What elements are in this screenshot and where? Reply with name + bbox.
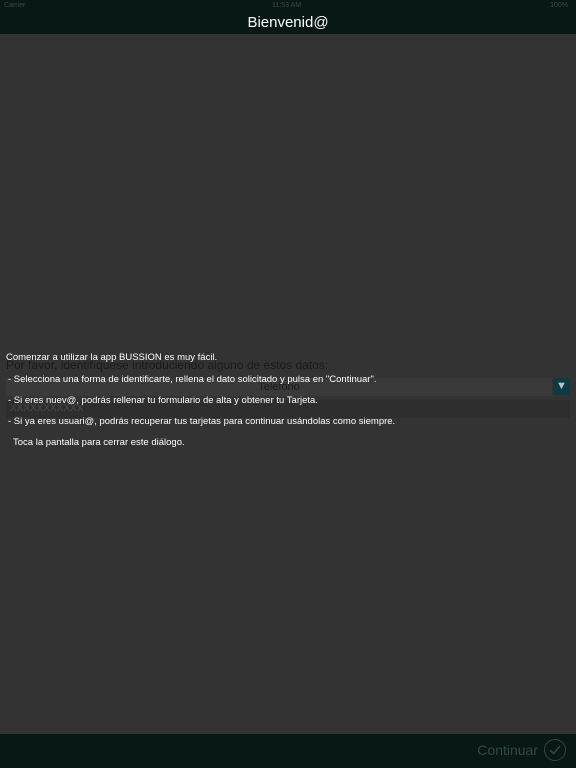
checkmark-icon — [544, 739, 566, 761]
help-line-1: - Selecciona una forma de identificarte,… — [8, 374, 377, 385]
page-title: Bienvenid@ — [247, 14, 329, 31]
continue-button[interactable]: Continuar — [477, 739, 566, 761]
bottom-bar: Continuar — [0, 734, 576, 768]
dropdown-button[interactable]: ▼ — [553, 378, 570, 395]
help-close-hint: Toca la pantalla para cerrar este diálog… — [13, 437, 185, 448]
continue-label: Continuar — [477, 742, 538, 758]
nav-bar: Bienvenid@ — [0, 12, 576, 34]
battery-label: 100% — [550, 2, 568, 9]
triangle-down-icon: ▼ — [556, 380, 567, 392]
help-intro: Comenzar a utilizar la app BUSSION es mu… — [6, 352, 218, 363]
carrier-label: Carrier — [4, 2, 26, 9]
status-time: 11:53 AM — [272, 2, 302, 9]
status-bar: Carrier 11:53 AM 100% — [0, 0, 576, 12]
help-line-2: - Si eres nuev@, podrás rellenar tu form… — [8, 395, 318, 406]
help-line-3: - Si ya eres usuari@, podrás recuperar t… — [8, 416, 396, 427]
